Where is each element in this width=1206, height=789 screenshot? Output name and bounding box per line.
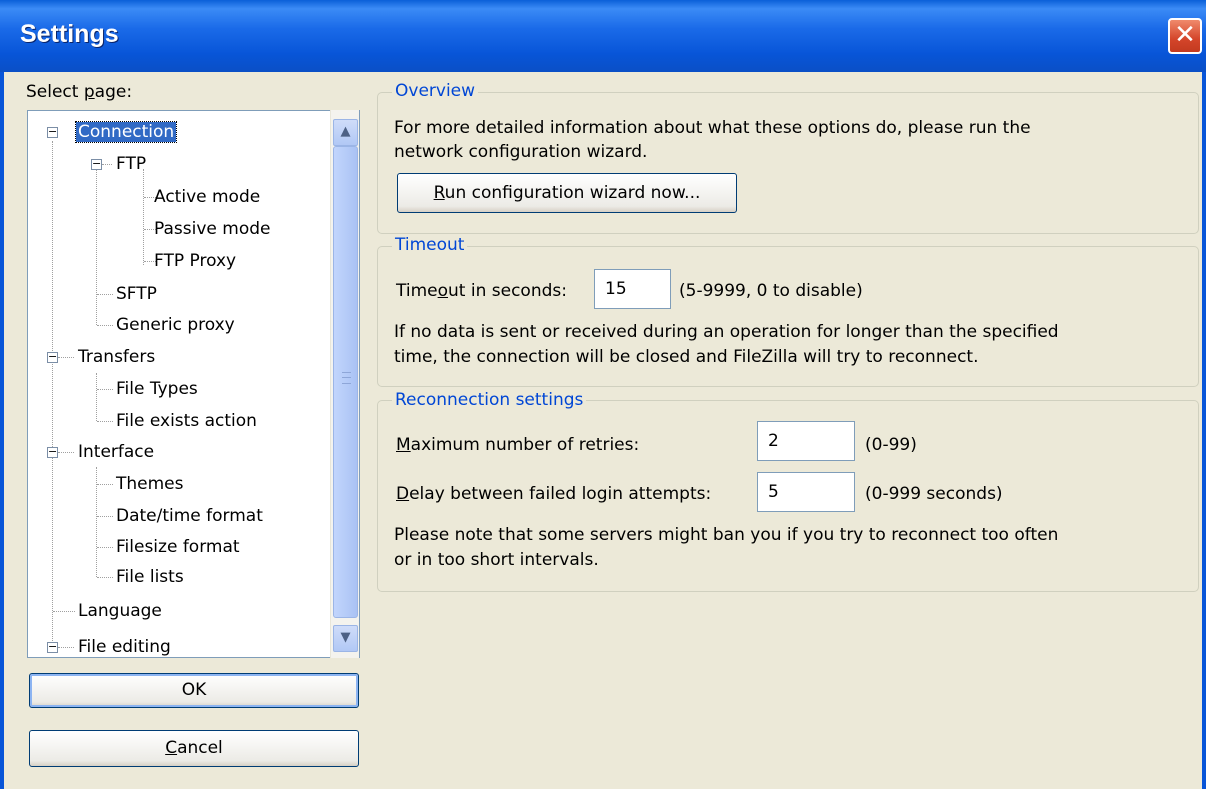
settings-dialog: Settings ✕ Select page: − Connection − F… <box>0 0 1206 789</box>
collapse-icon[interactable]: − <box>91 158 102 170</box>
collapse-icon[interactable]: − <box>47 126 58 138</box>
ok-button[interactable]: OK <box>29 673 359 708</box>
retries-hint: (0-99) <box>865 435 917 455</box>
tree-line <box>52 141 53 645</box>
tree-item-label: Passive mode <box>154 219 271 239</box>
tree-item-label: File Types <box>116 379 198 399</box>
tree-item-label: Generic proxy <box>116 315 235 335</box>
window-frame-left <box>0 72 4 789</box>
grip-icon <box>342 372 351 384</box>
tree-item-filesize-format[interactable]: Filesize format <box>114 532 242 562</box>
tree-item-file-types[interactable]: File Types <box>114 374 200 404</box>
tree-item-sftp[interactable]: SFTP <box>114 279 159 309</box>
timeout-title: Timeout <box>392 235 468 255</box>
collapse-icon[interactable]: − <box>47 641 58 653</box>
tree-item-label: Filesize format <box>116 537 240 557</box>
tree-item-label: SFTP <box>116 284 157 304</box>
tree-item-generic-proxy[interactable]: Generic proxy <box>114 310 237 340</box>
tree-item-connection[interactable]: Connection <box>74 117 178 147</box>
tree-scrollbar[interactable]: ▲ ▼ <box>330 110 359 658</box>
tree-item-label: Interface <box>78 442 155 462</box>
tree-line <box>58 647 74 648</box>
tree-line <box>53 611 75 612</box>
tree-item-interface[interactable]: Interface <box>76 437 156 467</box>
tree-item-label: Connection <box>74 121 178 143</box>
scroll-up-icon[interactable]: ▲ <box>333 119 358 146</box>
tree-line <box>143 169 144 265</box>
tree-item-file-editing[interactable]: File editing <box>76 632 173 657</box>
close-icon[interactable]: ✕ <box>1168 18 1202 54</box>
reconnection-text-line2: or in too short intervals. <box>394 550 599 570</box>
tree-line <box>96 169 97 325</box>
reconnection-text-line1: Please note that some servers might ban … <box>394 525 1059 545</box>
scroll-down-icon[interactable]: ▼ <box>333 625 358 652</box>
retries-label: Maximum number of retries: <box>396 435 640 455</box>
collapse-icon[interactable]: − <box>47 446 58 458</box>
tree-line <box>97 516 113 517</box>
delay-input[interactable]: 5 <box>757 472 855 512</box>
tree-line <box>58 452 74 453</box>
tree-item-label: FTP <box>116 154 147 174</box>
timeout-text-line2: time, the connection will be closed and … <box>394 347 979 367</box>
tree-line <box>97 484 113 485</box>
settings-page-tree[interactable]: − Connection − FTP Active mode Passive m… <box>27 110 360 658</box>
tree-item-label: Active mode <box>154 187 261 207</box>
overview-title: Overview <box>392 81 479 101</box>
tree-item-themes[interactable]: Themes <box>114 469 186 499</box>
delay-label: Delay between failed login attempts: <box>396 484 712 504</box>
cancel-button[interactable]: Cancel <box>29 730 359 767</box>
timeout-label: Timeout in seconds: <box>396 281 567 301</box>
tree-item-label: FTP Proxy <box>154 251 237 271</box>
select-page-label: Select page: <box>26 82 133 102</box>
timeout-text-line1: If no data is sent or received during an… <box>394 322 1059 342</box>
tree-item-active-mode[interactable]: Active mode <box>152 182 262 212</box>
tree-line <box>102 164 112 165</box>
run-wizard-button[interactable]: Run configuration wizard now... <box>397 173 737 213</box>
tree-item-label: Language <box>78 601 162 621</box>
tree-line <box>96 373 97 421</box>
tree-item-transfers[interactable]: Transfers <box>76 342 157 372</box>
tree-item-ftp-proxy[interactable]: FTP Proxy <box>152 246 238 276</box>
tree-item-ftp[interactable]: FTP <box>114 149 148 179</box>
tree-item-file-lists[interactable]: File lists <box>114 562 186 592</box>
tree-item-label: File lists <box>116 567 184 587</box>
tree-line <box>97 547 113 548</box>
tree-line <box>97 294 113 295</box>
tree-line <box>97 577 113 578</box>
tree-line <box>58 357 74 358</box>
overview-text-line2: network configuration wizard. <box>394 142 648 162</box>
tree-item-label: Themes <box>116 474 184 494</box>
delay-hint: (0-999 seconds) <box>865 484 1003 504</box>
title-bar[interactable]: Settings ✕ <box>0 0 1206 72</box>
collapse-icon[interactable]: − <box>47 351 58 363</box>
overview-text-line1: For more detailed information about what… <box>394 118 1031 138</box>
retries-input[interactable]: 2 <box>757 421 855 461</box>
scroll-thumb[interactable] <box>333 146 358 618</box>
tree-item-file-exists-action[interactable]: File exists action <box>114 406 259 436</box>
tree-item-label: File exists action <box>116 411 257 431</box>
reconnection-title: Reconnection settings <box>392 390 587 410</box>
tree-line <box>97 389 113 390</box>
window-title: Settings <box>20 20 119 48</box>
tree-line <box>97 325 113 326</box>
tree-line <box>97 421 113 422</box>
timeout-input[interactable]: 15 <box>594 269 671 309</box>
tree-item-date-time-format[interactable]: Date/time format <box>114 501 265 531</box>
tree-item-label: Transfers <box>78 347 156 367</box>
tree-item-passive-mode[interactable]: Passive mode <box>152 214 272 244</box>
tree-item-language[interactable]: Language <box>76 596 164 626</box>
window-frame-right <box>1202 72 1206 789</box>
tree-item-label: File editing <box>78 637 171 657</box>
tree-item-label: Date/time format <box>116 506 263 526</box>
timeout-hint: (5-9999, 0 to disable) <box>679 281 863 301</box>
